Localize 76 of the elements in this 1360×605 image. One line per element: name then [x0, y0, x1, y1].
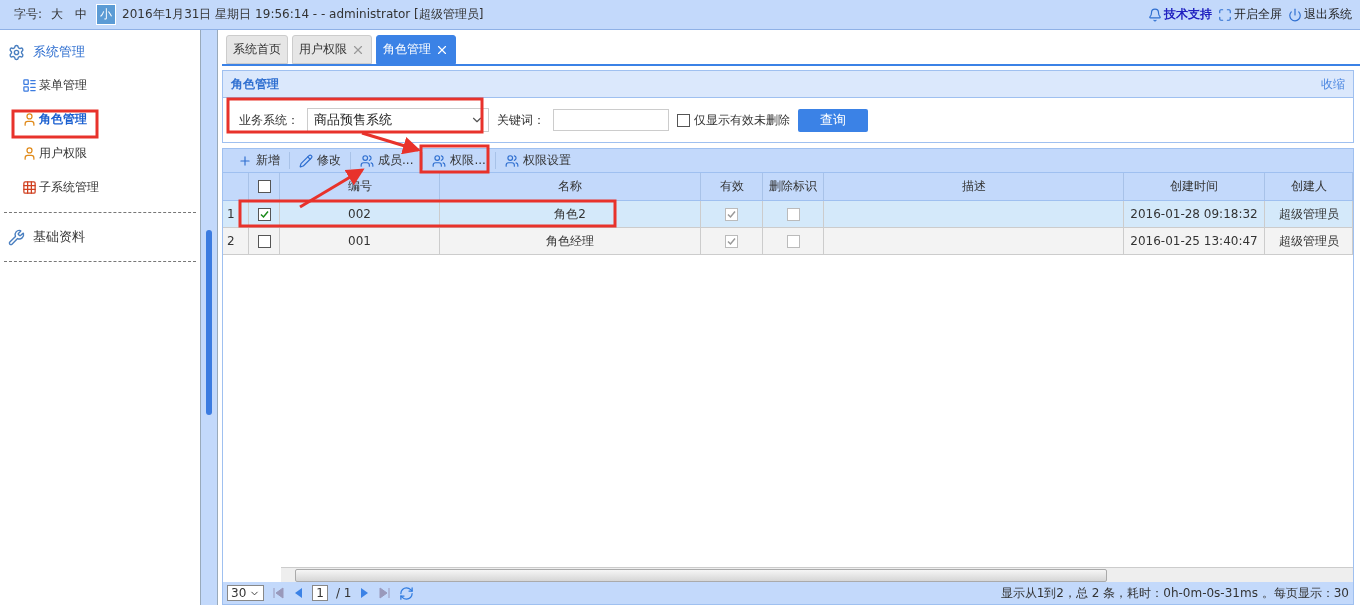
checkbox[interactable] — [257, 180, 271, 193]
sidebar-item[interactable]: 子系统管理 — [22, 170, 200, 204]
table-cell: 超级管理员 — [1278, 232, 1339, 250]
toolbar-button[interactable]: 新增 — [229, 152, 290, 169]
page-size-select[interactable]: 30 — [227, 585, 265, 601]
sidebar-group[interactable]: 系统管理 — [0, 36, 200, 68]
tab[interactable]: 角色管理 — [376, 35, 456, 64]
table-cell: 超级管理员 — [1278, 205, 1339, 223]
checkbox[interactable] — [257, 234, 271, 248]
column-header[interactable]: 删除标识 — [769, 178, 817, 195]
user-icon — [22, 145, 37, 161]
panel-title: 角色管理 — [231, 75, 279, 93]
table-cell: 2016-01-28 09:18:32 — [1130, 207, 1258, 221]
column-header[interactable]: 有效 — [719, 178, 744, 195]
refresh-icon[interactable] — [399, 585, 415, 601]
list-icon — [22, 77, 37, 93]
wrench-icon — [8, 228, 25, 246]
sidebar-item[interactable]: 用户权限 — [22, 136, 200, 170]
keyword-label: 关键词： — [497, 111, 545, 129]
table-cell: 角色2 — [554, 205, 586, 223]
top-link[interactable]: 开启全屏 — [1218, 6, 1282, 23]
page-total: / 1 — [335, 586, 352, 600]
splitter-handle[interactable] — [206, 230, 212, 415]
first-page-icon[interactable] — [272, 587, 285, 599]
system-select[interactable]: 商品预售系统 — [307, 108, 489, 132]
table-cell: 002 — [348, 207, 371, 221]
annotation-arrow — [361, 131, 421, 155]
power-icon — [1288, 7, 1302, 22]
users-icon — [504, 153, 519, 168]
font-size-option[interactable]: 大 — [48, 5, 67, 24]
table-cell: 2016-01-25 13:40:47 — [1130, 234, 1258, 248]
sidebar-item[interactable]: 菜单管理 — [22, 68, 200, 102]
plus-icon — [238, 153, 252, 168]
column-header[interactable]: 名称 — [558, 178, 582, 195]
horizontal-scrollbar[interactable] — [281, 567, 1353, 582]
gear-icon — [8, 43, 25, 61]
user-icon — [22, 111, 37, 127]
column-header[interactable]: 描述 — [961, 178, 986, 195]
table-row[interactable]: 1 002 角色2 2016-01-28 09:18:32 超级管理员 — [223, 201, 1353, 228]
users-icon — [360, 153, 374, 168]
table-cell: 角色经理 — [546, 232, 594, 250]
last-page-icon[interactable] — [379, 587, 392, 599]
sidebar-item[interactable]: 角色管理 — [22, 102, 200, 136]
pager-status: 显示从1到2，总 2 条，耗时：0h-0m-0s-31ms 。每页显示：30 — [1000, 584, 1349, 602]
column-header[interactable]: 创建时间 — [1170, 178, 1218, 195]
column-header[interactable]: 创建人 — [1290, 178, 1327, 195]
toolbar-button[interactable]: 成员... — [351, 152, 424, 169]
row-number: 2 — [227, 234, 235, 248]
tab[interactable]: 用户权限 — [292, 35, 372, 64]
checkbox[interactable] — [677, 113, 690, 127]
toolbar-button[interactable]: 权限设置 — [495, 152, 580, 169]
table-cell: 001 — [348, 234, 371, 248]
checkbox[interactable] — [257, 207, 271, 221]
session-info: 2016年1月31日 星期日 19:56:14 - - administrator [超级管理员] — [122, 6, 484, 23]
grid-icon — [22, 179, 37, 195]
toolbar-button[interactable]: 修改 — [290, 152, 351, 169]
page-field[interactable]: 1 — [312, 585, 328, 601]
column-header[interactable]: 编号 — [347, 178, 372, 195]
users-icon — [432, 153, 447, 168]
font-size-label: 字号: — [14, 6, 43, 23]
expand-icon — [1218, 7, 1232, 22]
table-row[interactable]: 2 001 角色经理 2016-01-25 13:40:47 超级管理员 — [223, 228, 1353, 255]
pencil-icon — [299, 153, 313, 168]
query-button[interactable]: 查询 — [798, 108, 868, 132]
top-link[interactable]: 退出系统 — [1288, 6, 1352, 23]
toolbar-button[interactable]: 权限... — [423, 152, 496, 169]
highlight-frame — [419, 144, 490, 174]
system-label: 业务系统： — [239, 111, 299, 129]
font-size-option[interactable]: 中 — [72, 5, 91, 24]
keyword-field[interactable] — [553, 109, 669, 131]
bell-icon — [1148, 7, 1162, 22]
top-link[interactable]: 技术支持 — [1148, 6, 1212, 23]
tab[interactable]: 系统首页 — [226, 35, 288, 64]
sidebar-group[interactable]: 基础资料 — [0, 221, 200, 253]
checkbox-label: 仅显示有效未删除 — [694, 111, 790, 129]
row-number: 1 — [227, 207, 235, 221]
